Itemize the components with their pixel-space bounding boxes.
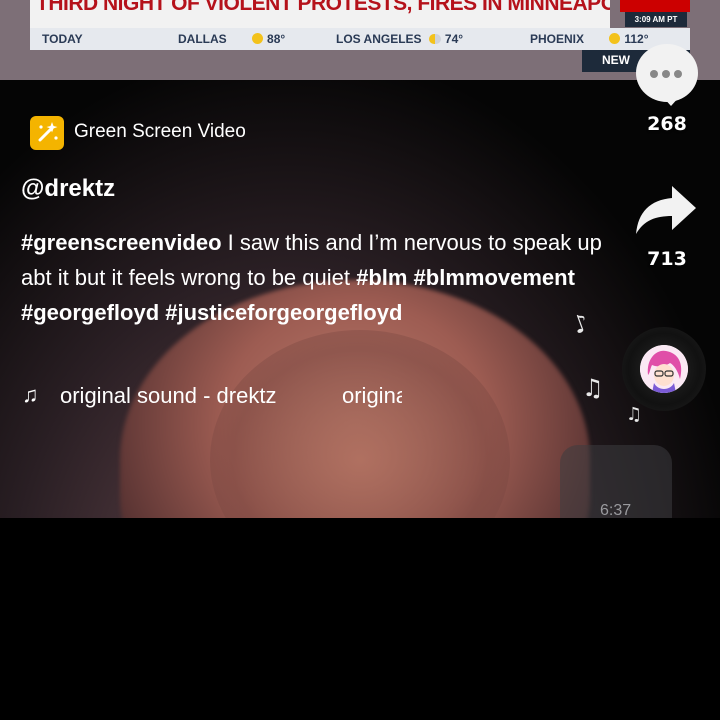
ticker-city-temp: 74° bbox=[444, 32, 464, 46]
ticker-city-1: DALLAS 88° bbox=[178, 32, 285, 46]
music-note-icon: ♫ bbox=[22, 382, 39, 407]
ticker-city-temp: 88° bbox=[267, 32, 286, 46]
music-note-icon: ♫ bbox=[626, 404, 643, 425]
news-screenshot: THIRD NIGHT OF VIOLENT PROTESTS, FIRES I… bbox=[0, 0, 720, 80]
sound-marquee: original sound - drektz original sound -… bbox=[60, 380, 402, 412]
comment-icon[interactable] bbox=[636, 44, 698, 106]
ticker-city-name: PHOENIX bbox=[530, 32, 585, 46]
sound-avatar[interactable] bbox=[640, 345, 688, 393]
news-headline-text: THIRD NIGHT OF VIOLENT PROTESTS, FIRES I… bbox=[36, 0, 610, 15]
effect-label: Green Screen Video bbox=[74, 121, 246, 142]
green-screen-effect-icon bbox=[30, 116, 64, 150]
ticker-city-name: LOS ANGELES bbox=[336, 32, 422, 46]
weather-sun-icon bbox=[609, 33, 621, 44]
ticker-today: TODAY bbox=[42, 32, 83, 46]
ticker-city-temp: 112° bbox=[624, 32, 649, 46]
sound-title-repeat: original sound - drektz bbox=[342, 383, 402, 408]
username[interactable]: @drektz bbox=[21, 175, 115, 203]
news-logo bbox=[620, 0, 690, 12]
comment-bubble-tail bbox=[662, 96, 680, 106]
ticker-city-3: PHOENIX 112° bbox=[530, 32, 649, 46]
share-icon[interactable] bbox=[634, 182, 698, 238]
comments-count: 268 bbox=[647, 113, 687, 135]
news-lower-bar-label: NEW bbox=[602, 53, 630, 67]
news-headline: THIRD NIGHT OF VIOLENT PROTESTS, FIRES I… bbox=[30, 0, 610, 28]
avatar-illustration-icon bbox=[640, 345, 688, 393]
weather-sun-icon bbox=[252, 33, 264, 44]
comment-dots bbox=[650, 70, 684, 78]
hashtag-link[interactable]: #greenscreenvideo bbox=[21, 230, 222, 255]
news-time: 3:09 AM PT bbox=[625, 12, 687, 27]
ticker-city-name: DALLAS bbox=[178, 32, 227, 46]
sound-title: original sound - drektz bbox=[60, 383, 277, 408]
music-note-icon: ♫ bbox=[582, 374, 604, 402]
ticker-city-2: LOS ANGELES 74° bbox=[336, 32, 463, 46]
video-letterbox bbox=[0, 518, 720, 720]
weather-partly-cloudy-icon bbox=[428, 34, 441, 44]
caption: #greenscreenvideo I saw this and I’m ner… bbox=[21, 225, 621, 330]
shares-count: 713 bbox=[647, 248, 687, 270]
weather-ticker: TODAY DALLAS 88° LOS ANGELES 74° PHOENIX… bbox=[30, 28, 690, 50]
background-phone-time: 6:37 bbox=[600, 502, 632, 518]
